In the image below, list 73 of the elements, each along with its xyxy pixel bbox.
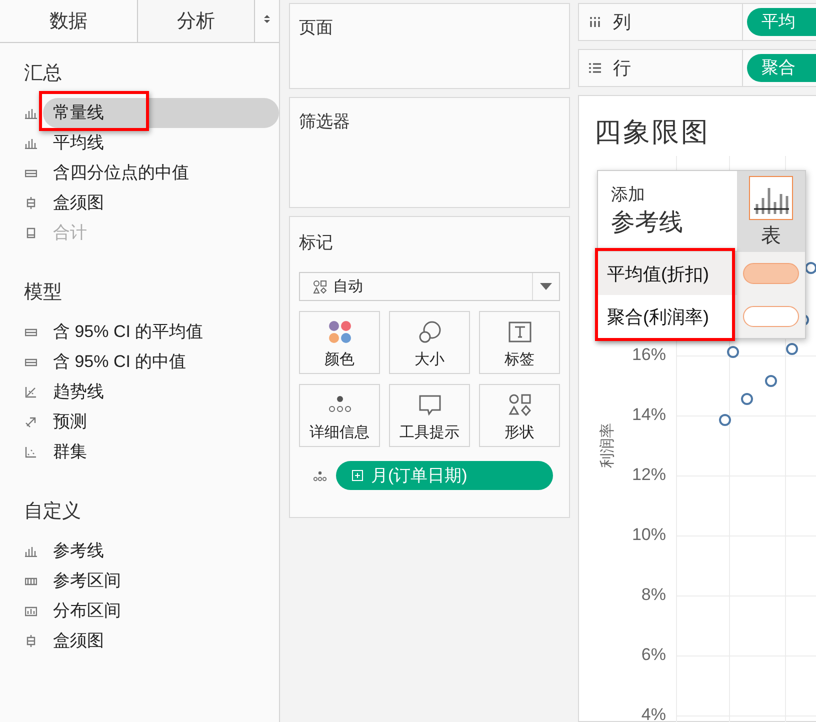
bars-icon (25, 107, 37, 119)
band-icon (25, 326, 37, 338)
rows-icon (589, 63, 601, 73)
analytics-item[interactable]: 群集 (43, 437, 279, 467)
axis-tick-label: 10% (632, 525, 666, 545)
band-icon (25, 167, 37, 179)
box-plot-icon (25, 635, 37, 647)
color-dots-icon (328, 320, 352, 344)
analytics-item[interactable]: 盒须图 (43, 188, 279, 218)
caret-icon (540, 283, 552, 290)
expand-icon (352, 470, 363, 481)
columns-icon (589, 17, 601, 27)
bars-icon (25, 545, 37, 557)
band-icon (25, 575, 37, 587)
analytics-item[interactable]: 常量线 (43, 98, 279, 128)
text-box-icon (508, 320, 532, 344)
mark-property-button[interactable]: 形状 (479, 384, 560, 447)
data-point (786, 343, 798, 355)
scope-tab[interactable]: 表 (737, 171, 805, 251)
analytics-item[interactable]: 含 95% CI 的平均值 (43, 317, 279, 347)
axis-tick-label: 16% (632, 345, 666, 365)
data-point (727, 346, 739, 358)
bar-chart-icon (749, 176, 793, 220)
axis-tick-label: 14% (632, 405, 666, 425)
shelf-label: 列 (613, 11, 631, 34)
shapes-icon (313, 280, 327, 294)
analytics-item[interactable]: 含 95% CI 的中值 (43, 347, 279, 377)
circles-icon (418, 320, 442, 344)
analytics-item[interactable]: 盒须图 (43, 626, 279, 656)
shelf-title: 筛选器 (299, 112, 350, 131)
distribution-icon (25, 605, 37, 617)
axis-tick-label: 8% (641, 585, 666, 605)
shapes-icon (508, 393, 532, 417)
popup-subtitle: 添加 (611, 184, 646, 206)
band-icon (25, 356, 37, 368)
section-title: 汇总 (23, 62, 63, 86)
trend-icon (25, 386, 37, 398)
axis-title: 利润率 (598, 423, 617, 468)
analytics-item[interactable]: 参考区间 (43, 566, 279, 596)
analytics-item[interactable]: 含四分位点的中值 (43, 158, 279, 188)
bars-icon (25, 137, 37, 149)
analytics-item[interactable]: 预测 (43, 407, 279, 437)
mark-property-button[interactable]: 详细信息 (299, 384, 380, 447)
data-point (741, 393, 753, 405)
analytics-item[interactable]: 分布区间 (43, 596, 279, 626)
scatter-icon (25, 446, 37, 458)
box-plot-icon (25, 197, 37, 209)
total-icon (25, 227, 37, 239)
view-title: 四象限图 (593, 116, 711, 149)
data-point (719, 414, 731, 426)
arrow-icon (25, 416, 37, 428)
analytics-item[interactable]: 参考线 (43, 536, 279, 566)
analytics-item[interactable]: 平均线 (43, 128, 279, 158)
section-title: 自定义 (23, 500, 82, 524)
shelf-label: 行 (613, 57, 631, 80)
speech-bubble-icon (418, 393, 442, 417)
dots-icon (313, 470, 327, 482)
data-point (805, 262, 816, 274)
data-point (765, 375, 777, 387)
mark-property-button[interactable]: 颜色 (299, 311, 380, 374)
shelf-title: 标记 (299, 233, 333, 252)
mark-property-button[interactable]: 工具提示 (389, 384, 470, 447)
mark-property-button[interactable]: 大小 (389, 311, 470, 374)
drop-target-option[interactable]: 平均值(折扣) (598, 252, 737, 295)
axis-tick-label: 12% (632, 465, 666, 485)
shelf-title: 页面 (299, 18, 333, 37)
axis-tick-label: 4% (641, 705, 666, 722)
mark-property-button[interactable]: 标签 (479, 311, 560, 374)
popup-title: 参考线 (611, 208, 684, 238)
mark-type-dropdown[interactable]: 自动 (299, 272, 560, 301)
analytics-item[interactable]: 趋势线 (43, 377, 279, 407)
section-title: 模型 (23, 281, 63, 305)
axis-tick-label: 6% (641, 645, 666, 665)
